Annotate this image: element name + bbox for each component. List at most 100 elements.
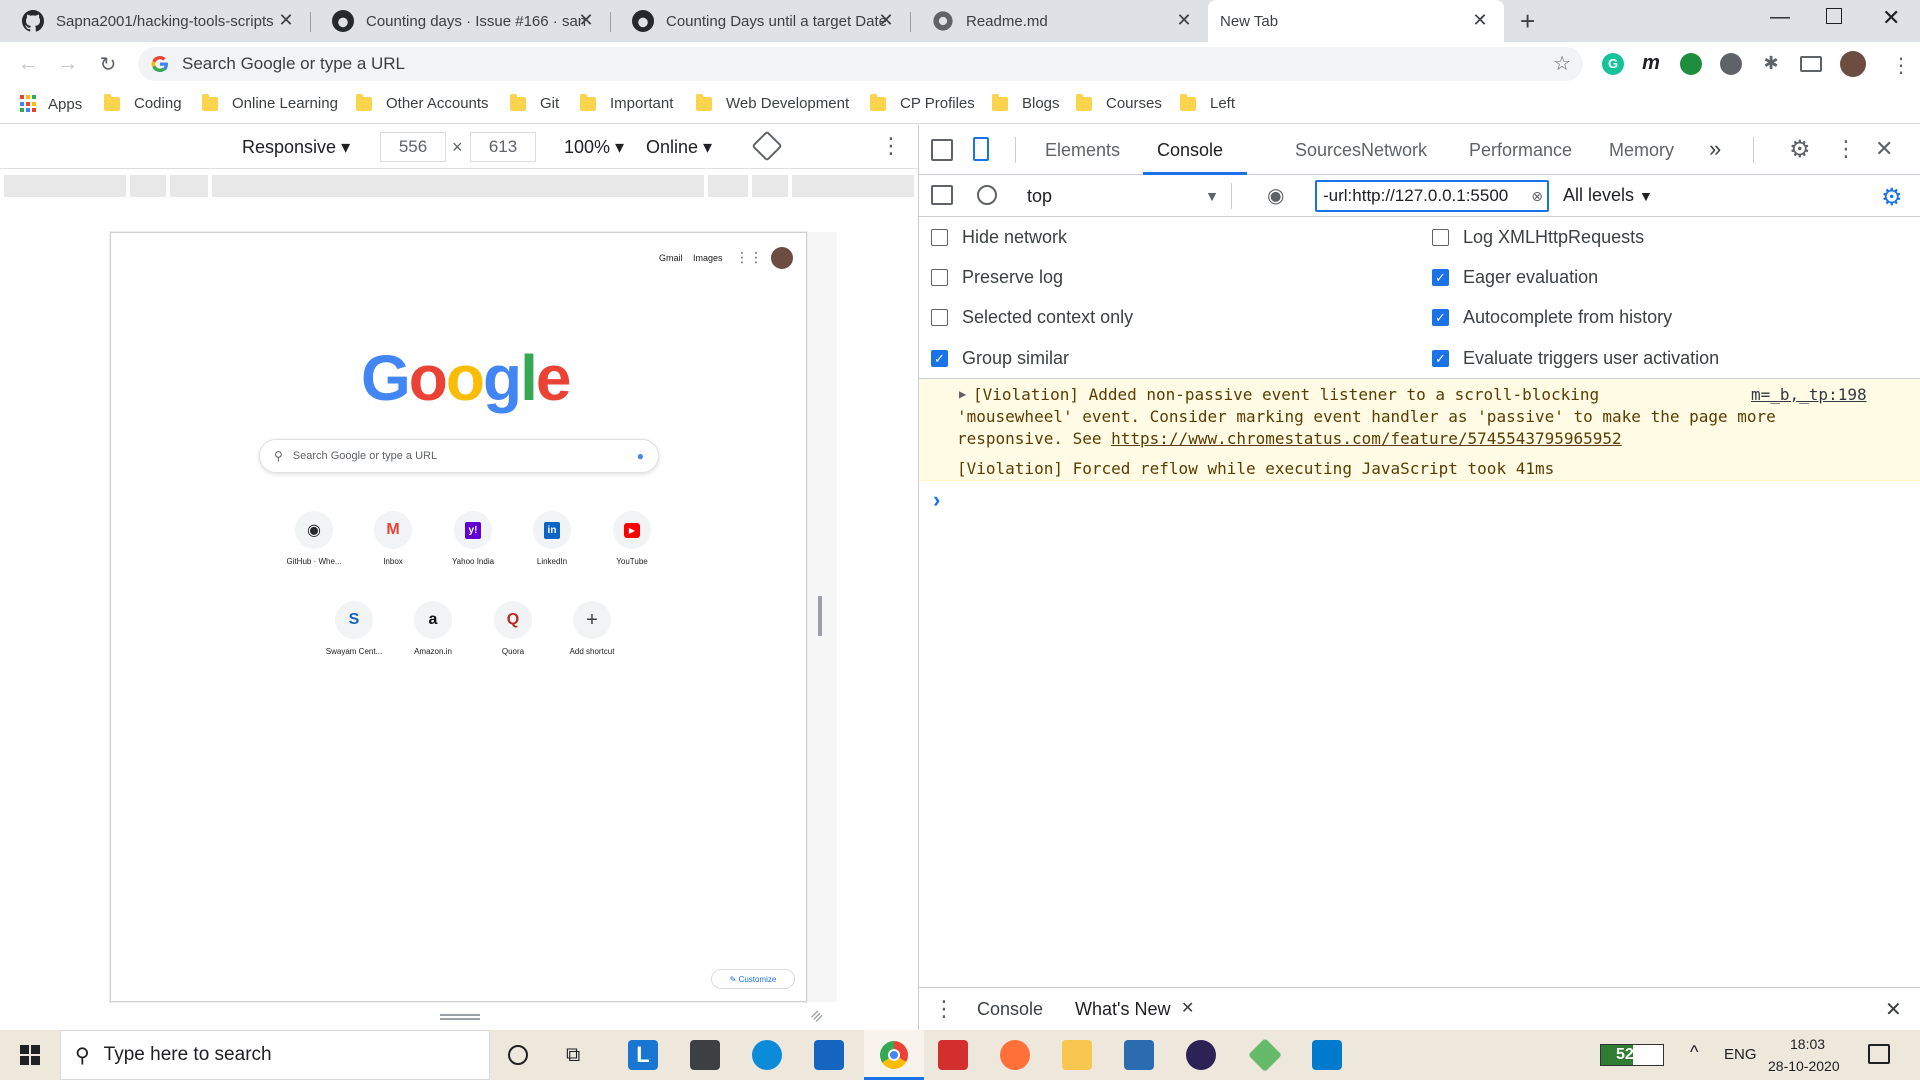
media-query-bar[interactable] xyxy=(0,172,918,198)
menu-icon[interactable]: ⋮ xyxy=(1890,53,1912,77)
shortcut-youtube[interactable]: ▶ YouTube xyxy=(592,511,672,566)
resize-handle-bottom[interactable] xyxy=(440,1014,480,1020)
store-icon[interactable] xyxy=(690,1040,720,1070)
selected-context-checkbox[interactable]: Selected context only xyxy=(931,307,1133,328)
bookmark-git[interactable]: Git xyxy=(510,93,559,112)
device-mode-select[interactable]: Responsive ▾ xyxy=(242,137,350,158)
source-link[interactable]: m=_b,_tp:198 xyxy=(1751,384,1867,406)
file-explorer-icon[interactable] xyxy=(1062,1040,1092,1070)
hide-network-checkbox[interactable]: Hide network xyxy=(931,227,1067,248)
photos-icon[interactable] xyxy=(1124,1040,1154,1070)
restore-icon[interactable] xyxy=(1826,8,1842,24)
extension-green-icon[interactable] xyxy=(1680,53,1702,75)
chevron-up-icon[interactable]: ^ xyxy=(1690,1042,1698,1063)
bookmark-cp-profiles[interactable]: CP Profiles xyxy=(870,93,975,112)
bookmark-online-learning[interactable]: Online Learning xyxy=(202,93,338,112)
tab-console[interactable]: Console xyxy=(1157,140,1223,161)
forward-icon[interactable]: → xyxy=(54,50,82,78)
bookmark-web-development[interactable]: Web Development xyxy=(696,93,849,112)
back-icon[interactable]: ← xyxy=(14,50,42,78)
console-settings-icon[interactable]: ⚙ xyxy=(1881,183,1903,212)
google-search-box[interactable]: ⚲ Search Google or type a URL ● xyxy=(259,439,659,473)
bookmark-courses[interactable]: Courses xyxy=(1076,93,1162,112)
tab-hacking-tools[interactable]: Sapna2001/hacking-tools-scripts ✕ xyxy=(0,0,310,42)
battery-indicator[interactable]: 52% xyxy=(1600,1044,1664,1066)
close-icon[interactable]: ✕ xyxy=(1470,10,1490,31)
tab-readme[interactable]: Readme.md ✕ xyxy=(910,0,1208,42)
edge-icon[interactable] xyxy=(752,1040,782,1070)
notifications-icon[interactable] xyxy=(1868,1044,1890,1064)
puzzle-icon[interactable]: ✱ xyxy=(1760,53,1782,75)
tab-issue-166[interactable]: Counting days · Issue #166 · sans ✕ xyxy=(310,0,610,42)
apps-grid-icon[interactable]: ⋮⋮ xyxy=(735,249,763,266)
context-select[interactable]: top ▼ xyxy=(1019,183,1219,209)
more-tabs-icon[interactable]: » xyxy=(1709,136,1721,162)
zoom-select[interactable]: 100% ▾ xyxy=(564,137,624,158)
shortcut-inbox[interactable]: M Inbox xyxy=(353,511,433,566)
git-tool-icon[interactable] xyxy=(1248,1038,1282,1072)
cast-icon[interactable] xyxy=(1800,56,1822,72)
extension-gray-icon[interactable] xyxy=(1720,53,1742,75)
avatar[interactable] xyxy=(771,247,793,269)
app-l-icon[interactable]: L xyxy=(628,1040,658,1070)
mail-icon[interactable] xyxy=(814,1040,844,1070)
console-prompt[interactable]: › xyxy=(933,487,940,513)
drawer-tab-whats-new[interactable]: What's New xyxy=(1075,999,1170,1020)
rotate-icon[interactable] xyxy=(751,130,783,162)
task-view-icon[interactable]: ⧉ xyxy=(566,1044,580,1067)
close-icon[interactable]: ✕ xyxy=(1174,10,1194,31)
tab-elements[interactable]: Elements xyxy=(1045,140,1120,161)
cortana-icon[interactable] xyxy=(508,1045,528,1065)
bookmark-other-accounts[interactable]: Other Accounts xyxy=(356,93,489,112)
close-icon[interactable]: ✕ xyxy=(876,10,896,31)
device-toggle-icon[interactable] xyxy=(973,137,989,161)
clear-console-icon[interactable] xyxy=(977,185,997,205)
tab-new-tab[interactable]: New Tab ✕ xyxy=(1208,0,1504,42)
tab-network[interactable]: Network xyxy=(1361,140,1427,161)
tab-memory[interactable]: Memory xyxy=(1609,140,1674,161)
bookmark-apps[interactable]: Apps xyxy=(20,95,82,113)
tab-sources[interactable]: Sources xyxy=(1295,140,1361,161)
settings-gear-icon[interactable]: ⚙ xyxy=(1789,135,1811,164)
bookmark-important[interactable]: Important xyxy=(580,93,673,112)
reload-icon[interactable]: ↻ xyxy=(94,50,122,78)
grammarly-icon[interactable]: G xyxy=(1602,53,1624,75)
chromestatus-link[interactable]: https://www.chromestatus.com/feature/574… xyxy=(1111,429,1622,448)
log-levels-select[interactable]: All levels ▼ xyxy=(1563,185,1653,206)
device-width-input[interactable]: 556 xyxy=(380,132,446,162)
expand-arrow-icon[interactable]: ▶ xyxy=(959,387,966,401)
avatar[interactable] xyxy=(1840,51,1866,77)
shortcut-linkedin[interactable]: in LinkedIn xyxy=(512,511,592,566)
close-drawer-icon[interactable]: ✕ xyxy=(1885,997,1902,1022)
bookmark-blogs[interactable]: Blogs xyxy=(992,93,1060,112)
close-icon[interactable]: ✕ xyxy=(576,10,596,31)
windows-start-icon[interactable] xyxy=(20,1045,40,1065)
shortcut-add[interactable]: + Add shortcut xyxy=(552,601,632,656)
star-icon[interactable]: ☆ xyxy=(1553,51,1571,76)
drawer-tab-console[interactable]: Console xyxy=(977,999,1043,1020)
network-throttle-select[interactable]: Online ▾ xyxy=(646,137,712,158)
preserve-log-checkbox[interactable]: Preserve log xyxy=(931,267,1063,288)
vscode-icon[interactable] xyxy=(1312,1040,1342,1070)
log-xhr-checkbox[interactable]: Log XMLHttpRequests xyxy=(1432,227,1644,248)
sidebar-toggle-icon[interactable] xyxy=(931,185,953,205)
clear-filter-icon[interactable]: ⊗ xyxy=(1531,188,1543,205)
shortcut-quora[interactable]: Q Quora xyxy=(473,601,553,656)
close-devtools-icon[interactable]: ✕ xyxy=(1875,136,1893,162)
clock-time[interactable]: 18:03 xyxy=(1790,1036,1825,1052)
chrome-taskbar-item[interactable] xyxy=(864,1030,924,1080)
clock-date[interactable]: 28-10-2020 xyxy=(1768,1058,1840,1074)
minimize-icon[interactable]: — xyxy=(1770,6,1790,29)
gmail-link[interactable]: Gmail xyxy=(659,253,683,263)
bookmark-coding[interactable]: Coding xyxy=(104,93,182,112)
resize-handle-right[interactable] xyxy=(818,596,822,636)
shortcut-yahoo[interactable]: y! Yahoo India xyxy=(433,511,513,566)
close-window-icon[interactable]: ✕ xyxy=(1882,5,1900,31)
resize-handle-corner[interactable]: ≡ xyxy=(806,1005,828,1027)
eclipse-icon[interactable] xyxy=(1186,1040,1216,1070)
tab-counting-days[interactable]: Counting Days until a target Date ✕ xyxy=(610,0,910,42)
address-bar[interactable]: Search Google or type a URL ☆ xyxy=(138,47,1583,81)
language-indicator[interactable]: ENG xyxy=(1724,1046,1757,1063)
device-height-input[interactable]: 613 xyxy=(470,132,536,162)
bookmark-left[interactable]: Left xyxy=(1180,93,1235,112)
